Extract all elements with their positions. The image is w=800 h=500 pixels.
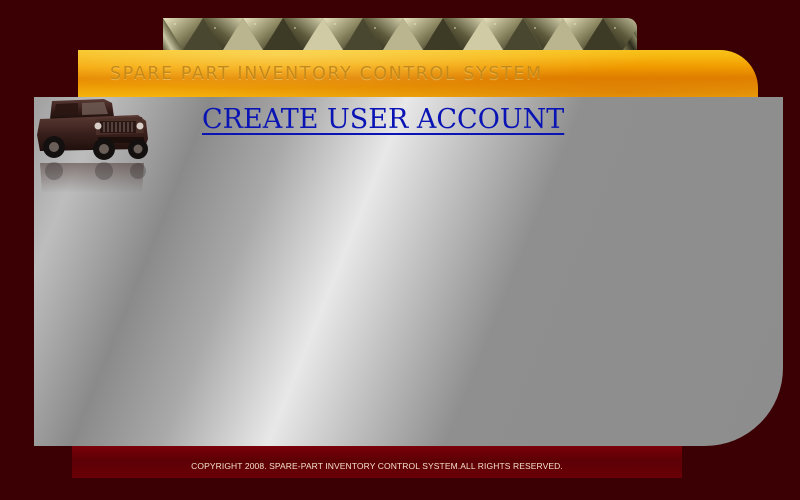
create-user-account-link[interactable]: CREATE USER ACCOUNT	[202, 104, 564, 135]
header-banner: SPARE PART INVENTORY CONTROL SYSTEM	[78, 50, 758, 97]
copyright-text: COPYRIGHT 2008. SPARE-PART INVENTORY CON…	[191, 461, 563, 471]
metal-strip-decoration	[163, 18, 637, 50]
main-content-panel: CREATE USER ACCOUNT	[34, 97, 783, 446]
metal-diamond-pattern	[163, 18, 637, 50]
footer: COPYRIGHT 2008. SPARE-PART INVENTORY CON…	[72, 446, 682, 478]
banner-title: SPARE PART INVENTORY CONTROL SYSTEM	[110, 64, 543, 84]
vehicle-image	[37, 99, 148, 193]
